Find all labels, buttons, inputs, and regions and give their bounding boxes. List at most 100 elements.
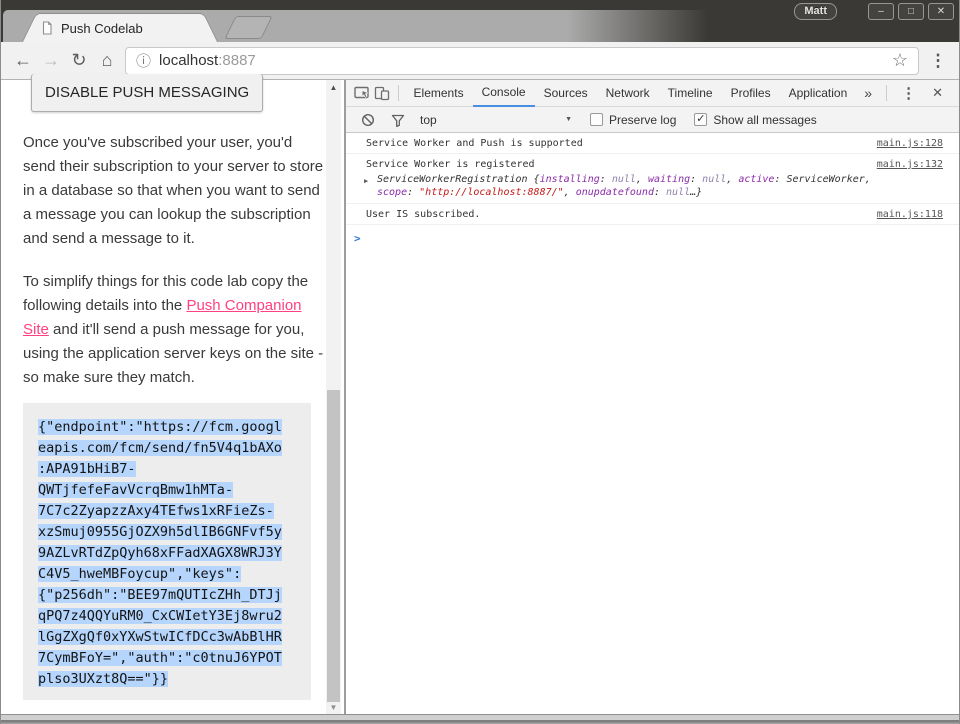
console-source-link[interactable]: main.js:132 <box>877 159 943 170</box>
scroll-down-icon[interactable]: ▼ <box>326 703 341 712</box>
more-tabs-icon[interactable]: » <box>856 85 880 101</box>
title-bar: Push Codelab × Matt – □ ✕ <box>1 0 959 42</box>
checkmark-icon: ✓ <box>696 114 705 125</box>
device-toolbar-icon[interactable] <box>372 80 392 107</box>
preview-segment: : <box>774 174 786 185</box>
preview-segment: scope <box>377 187 407 198</box>
console-message-row: main.js:132 Service Worker is registered ▶… <box>346 154 959 204</box>
preview-segment: ServiceWorkerRegistration { <box>377 174 540 185</box>
code-line: eapis.com/fcm/send/fn5V4q1bAXo <box>38 438 296 459</box>
console-filter-bar: top ▼ ✓ Preserve log ✓ Show all messages <box>346 107 959 133</box>
filter-icon[interactable] <box>386 107 410 133</box>
selected-text: C4V5_hweMBFoycup","keys": <box>38 566 241 582</box>
console-message-row: main.js:118User IS subscribed. <box>346 204 959 225</box>
bookmark-star-icon[interactable]: ☆ <box>892 50 908 71</box>
console-log[interactable]: main.js:128 Service Worker and Push is su… <box>346 133 959 714</box>
code-line: 7CymBFoY=","auth":"c0tnuJ6YPOT <box>38 648 296 669</box>
devtools-tab-application[interactable]: Application <box>780 80 857 107</box>
page-paragraph: Once you've subscribed your user, you'd … <box>23 131 326 251</box>
expand-triangle-icon[interactable]: ▶ <box>364 175 368 188</box>
url-host: localhost <box>159 52 218 69</box>
devtools-tab-timeline[interactable]: Timeline <box>659 80 722 107</box>
selected-text: xzSmuj0955GjOZX9h5dlIB6GNFvf5y <box>38 524 282 540</box>
browser-menu-icon[interactable]: ⋮ <box>925 51 951 71</box>
devtools-close-icon[interactable]: ✕ <box>924 85 951 101</box>
devtools-tab-profiles[interactable]: Profiles <box>722 80 780 107</box>
preview-segment: waiting <box>648 174 690 185</box>
address-bar[interactable]: ⓘ localhost :8887 ☆ <box>125 47 919 75</box>
devtools-menu-icon[interactable]: ⋮ <box>893 84 924 102</box>
preserve-log-checkbox[interactable]: ✓ <box>590 113 603 126</box>
preview-segment: null <box>666 187 690 198</box>
browser-tab[interactable]: Push Codelab × <box>27 13 213 42</box>
scroll-up-icon[interactable]: ▲ <box>326 83 341 92</box>
profile-badge[interactable]: Matt <box>794 3 837 20</box>
selected-text: {"p256dh":"BEE97mQUTIcZHh_DTJj <box>38 587 282 603</box>
preview-segment: ServiceWorker, <box>786 174 870 185</box>
context-label: top <box>420 113 437 127</box>
preview-segment: , <box>726 174 738 185</box>
minimize-button[interactable]: – <box>868 3 894 20</box>
preview-segment: …} <box>690 187 702 198</box>
selected-text: qPQ7z4QQYuRM0_CxCWIetY3Ej8wru2 <box>38 608 282 624</box>
tab-close-icon[interactable]: × <box>188 21 200 35</box>
info-icon[interactable]: ⓘ <box>136 50 151 71</box>
subscription-code-block[interactable]: {"endpoint":"https://fcm.googl eapis.com/… <box>23 403 311 700</box>
console-prompt[interactable]: > <box>346 225 959 251</box>
back-icon[interactable]: ← <box>9 50 37 71</box>
divider <box>886 85 887 101</box>
selected-text: :APA91bHiB7- <box>38 461 136 477</box>
console-message-row: main.js:128 Service Worker and Push is su… <box>346 133 959 154</box>
devtools-tab-sources[interactable]: Sources <box>535 80 597 107</box>
selected-text: lGgZXgQf0xYXwStwICfDCc3wAbBlHR <box>38 629 282 645</box>
close-button[interactable]: ✕ <box>928 3 954 20</box>
disable-push-button[interactable]: DISABLE PUSH MESSAGING <box>31 74 263 112</box>
preview-segment: , <box>636 174 648 185</box>
devtools-tab-network[interactable]: Network <box>597 80 659 107</box>
object-preview[interactable]: ▶ServiceWorkerRegistration {installing: … <box>366 173 926 199</box>
window-frame-bottom <box>1 714 959 724</box>
selected-text: 7C7c2ZyapzzAxy4TEfws1xRFieZs- <box>38 503 274 519</box>
home-icon[interactable]: ⌂ <box>93 50 121 71</box>
execution-context-select[interactable]: top ▼ <box>420 113 572 127</box>
console-source-link[interactable]: main.js:118 <box>877 209 943 220</box>
page-viewport: DISABLE PUSH MESSAGING Once you've subsc… <box>1 80 346 714</box>
inspect-element-icon[interactable] <box>352 80 372 107</box>
tab-title: Push Codelab <box>61 21 181 36</box>
code-line: plso3UXzt8Q=="}} <box>38 669 296 690</box>
code-line: 9AZLvRTdZpQyh68xFFadXAGX8WRJ3Y <box>38 543 296 564</box>
code-line: {"p256dh":"BEE97mQUTIcZHh_DTJj <box>38 585 296 606</box>
selected-text: 9AZLvRTdZpQyh68xFFadXAGX8WRJ3Y <box>38 545 282 561</box>
selected-text: 7CymBFoY=","auth":"c0tnuJ6YPOT <box>38 650 282 666</box>
devtools-tab-bar: ElementsConsoleSourcesNetworkTimelinePro… <box>346 80 959 107</box>
preview-segment: : <box>690 174 702 185</box>
preview-segment: : <box>407 187 419 198</box>
window-controls: – □ ✕ <box>868 3 954 20</box>
preview-segment: null <box>702 174 726 185</box>
reload-icon[interactable]: ↻ <box>65 50 93 71</box>
chevron-down-icon: ▼ <box>565 116 572 123</box>
tab-favicon-page-icon <box>40 21 54 35</box>
preview-segment: : <box>600 174 612 185</box>
clear-console-icon[interactable] <box>356 107 380 133</box>
console-source-link[interactable]: main.js:128 <box>877 138 943 149</box>
page-scrollbar[interactable]: ▲ ▼ <box>326 80 341 714</box>
devtools-tab-console[interactable]: Console <box>473 80 535 107</box>
paragraph-text: and it'll send a push message for you, u… <box>23 321 323 386</box>
devtools-tab-elements[interactable]: Elements <box>405 80 473 107</box>
scrollbar-thumb[interactable] <box>327 390 340 702</box>
preview-segment: null <box>612 174 636 185</box>
console-message-text: Service Worker is registered <box>366 159 535 170</box>
maximize-button[interactable]: □ <box>898 3 924 20</box>
divider <box>398 85 399 101</box>
code-line: lGgZXgQf0xYXwStwICfDCc3wAbBlHR <box>38 627 296 648</box>
code-line: xzSmuj0955GjOZX9h5dlIB6GNFvf5y <box>38 522 296 543</box>
preserve-log-label[interactable]: Preserve log <box>609 113 676 127</box>
show-all-messages-checkbox[interactable]: ✓ <box>694 113 707 126</box>
preview-segment: , <box>564 187 576 198</box>
show-all-messages-label[interactable]: Show all messages <box>713 113 816 127</box>
selected-text: {"endpoint":"https://fcm.googl <box>38 419 282 435</box>
console-message-text: Service Worker and Push is supported <box>366 138 583 149</box>
preview-segment: : <box>654 187 666 198</box>
devtools-tabs: ElementsConsoleSourcesNetworkTimelinePro… <box>405 80 857 107</box>
